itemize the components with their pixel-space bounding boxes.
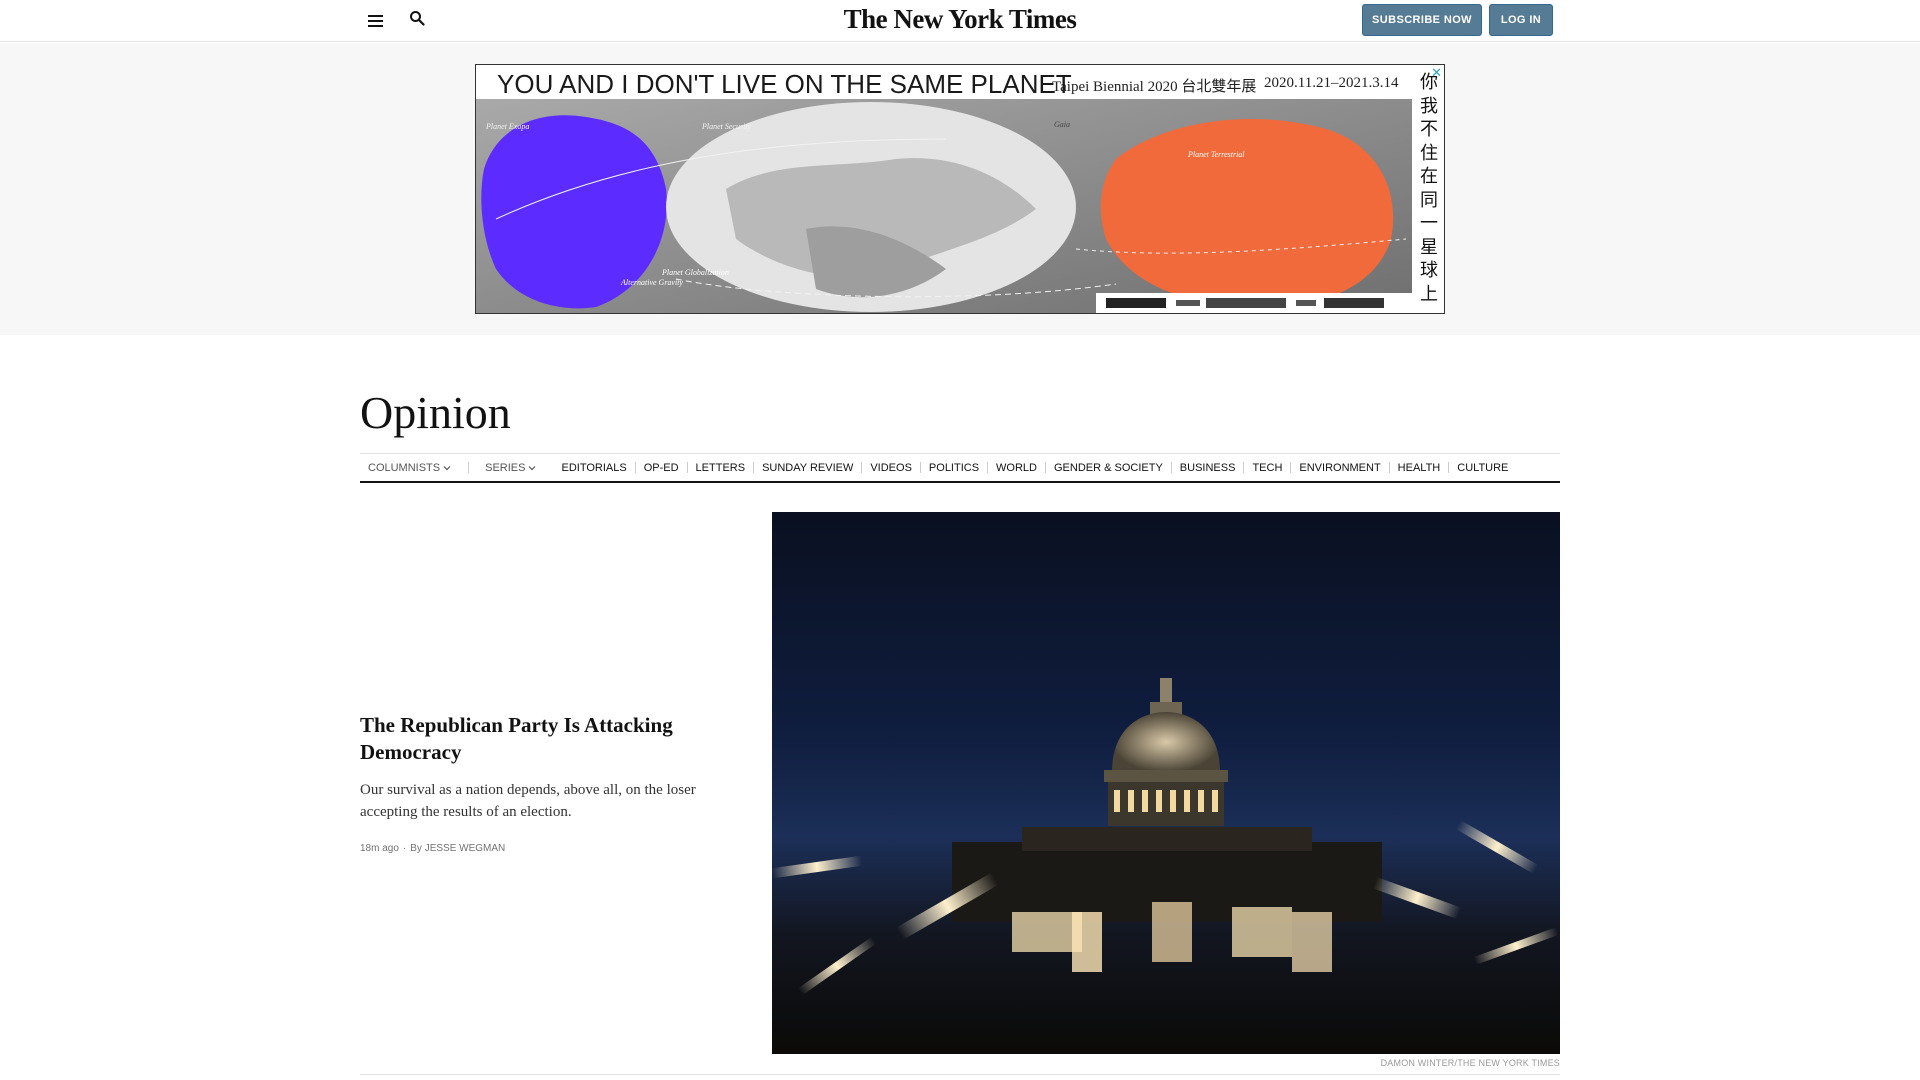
nav-divider: [634, 462, 636, 473]
section-divider: [360, 1074, 1560, 1075]
svg-text:Planet Exopa: Planet Exopa: [485, 122, 529, 131]
login-button[interactable]: LOG IN: [1489, 4, 1553, 36]
ad-orange-map: [1100, 119, 1394, 308]
nav-divider: [987, 462, 989, 473]
ad-biennial: Taipei Biennial 2020 台北雙年展: [1052, 79, 1257, 95]
ad-char: 我: [1420, 95, 1438, 117]
story-author[interactable]: By JESSE WEGMAN: [410, 843, 505, 854]
ad-vertical-title: 你 我 不 住 在 同 一 星 球 上: [1418, 71, 1440, 306]
svg-text:Alternative Gravity: Alternative Gravity: [620, 278, 683, 287]
nav-divider: [1243, 462, 1245, 473]
advertisement[interactable]: YOU AND I DON'T LIVE ON THE SAME PLANET …: [475, 64, 1445, 314]
nav-sunday-review[interactable]: SUNDAY REVIEW: [762, 462, 853, 474]
chevron-down-icon: [443, 465, 451, 470]
nav-divider: [1448, 462, 1450, 473]
subscribe-button[interactable]: SUBSCRIBE NOW: [1362, 4, 1482, 36]
ad-char: 不: [1420, 119, 1438, 140]
top-bar: The New York Times SUBSCRIBE NOW LOG IN: [0, 0, 1920, 42]
nav-divider: [919, 462, 921, 473]
chevron-down-icon: [529, 465, 536, 470]
nav-label: SERIES: [485, 461, 526, 474]
ad-dates: 2020.11.21–2021.3.14: [1264, 75, 1399, 91]
byline-separator: ·: [402, 843, 407, 854]
ad-char: 球: [1420, 260, 1438, 281]
nav-culture[interactable]: CULTURE: [1457, 462, 1508, 474]
nav-divider: [861, 462, 863, 473]
svg-text:Gaia: Gaia: [1054, 120, 1070, 129]
story-summary: Our survival as a nation depends, above …: [360, 782, 696, 820]
svg-text:Planet Globalization: Planet Globalization: [661, 268, 729, 277]
nav-politics[interactable]: POLITICS: [929, 462, 979, 474]
story-photo[interactable]: [772, 512, 1560, 1054]
nav-divider: [1170, 462, 1172, 473]
nav-divider: [468, 462, 470, 473]
nav-letters[interactable]: LETTERS: [696, 462, 746, 474]
ad-char: 在: [1420, 166, 1438, 187]
section-title[interactable]: Opinion: [360, 386, 511, 439]
ad-char: 你: [1420, 72, 1438, 93]
nav-series[interactable]: SERIES: [485, 462, 537, 474]
ad-char: 住: [1420, 142, 1438, 164]
ad-headline: YOU AND I DON'T LIVE ON THE SAME PLANET: [497, 69, 1072, 99]
ad-char: 同: [1420, 189, 1438, 211]
nav-health[interactable]: HEALTH: [1398, 462, 1441, 474]
story-headline[interactable]: The Republican Party Is Attacking Democr…: [360, 712, 740, 766]
masthead-logo[interactable]: The New York Times: [0, 4, 1920, 35]
photo-credit: DAMON WINTER/THE NEW YORK TIMES: [1380, 1058, 1560, 1068]
nav-gender-society[interactable]: GENDER & SOCIETY: [1054, 462, 1163, 474]
svg-text:Planet Terrestrial: Planet Terrestrial: [1187, 150, 1245, 159]
story-byline: 18m ago · By JESSE WEGMAN: [360, 843, 505, 854]
ad-char: 上: [1420, 283, 1438, 305]
nav-tech[interactable]: TECH: [1252, 462, 1282, 474]
nav-divider: [1045, 462, 1046, 473]
nav-columnists[interactable]: COLUMNISTS: [368, 462, 452, 474]
nav-editorials[interactable]: EDITORIALS: [561, 462, 626, 474]
nav-business[interactable]: BUSINESS: [1180, 462, 1236, 474]
nav-divider: [686, 462, 688, 473]
nav-world[interactable]: WORLD: [996, 462, 1037, 474]
ad-char: 一: [1420, 213, 1438, 234]
nav-environment[interactable]: ENVIRONMENT: [1299, 462, 1380, 474]
nav-divider: [1290, 462, 1292, 473]
story-time: 18m ago: [360, 843, 399, 854]
svg-text:Planet Security: Planet Security: [701, 122, 752, 131]
nav-videos[interactable]: VIDEOS: [870, 462, 912, 474]
ad-artwork: Planet Exopa Planet Security Gaia Planet…: [476, 99, 1412, 313]
ad-char: 星: [1420, 236, 1438, 258]
nav-divider: [753, 462, 755, 473]
nav-label: COLUMNISTS: [368, 461, 441, 474]
nav-op-ed[interactable]: OP-ED: [644, 462, 679, 474]
section-nav: COLUMNISTS SERIES EDITORIALS OP-ED LETTE…: [360, 453, 1560, 483]
nav-divider: [1388, 462, 1390, 473]
